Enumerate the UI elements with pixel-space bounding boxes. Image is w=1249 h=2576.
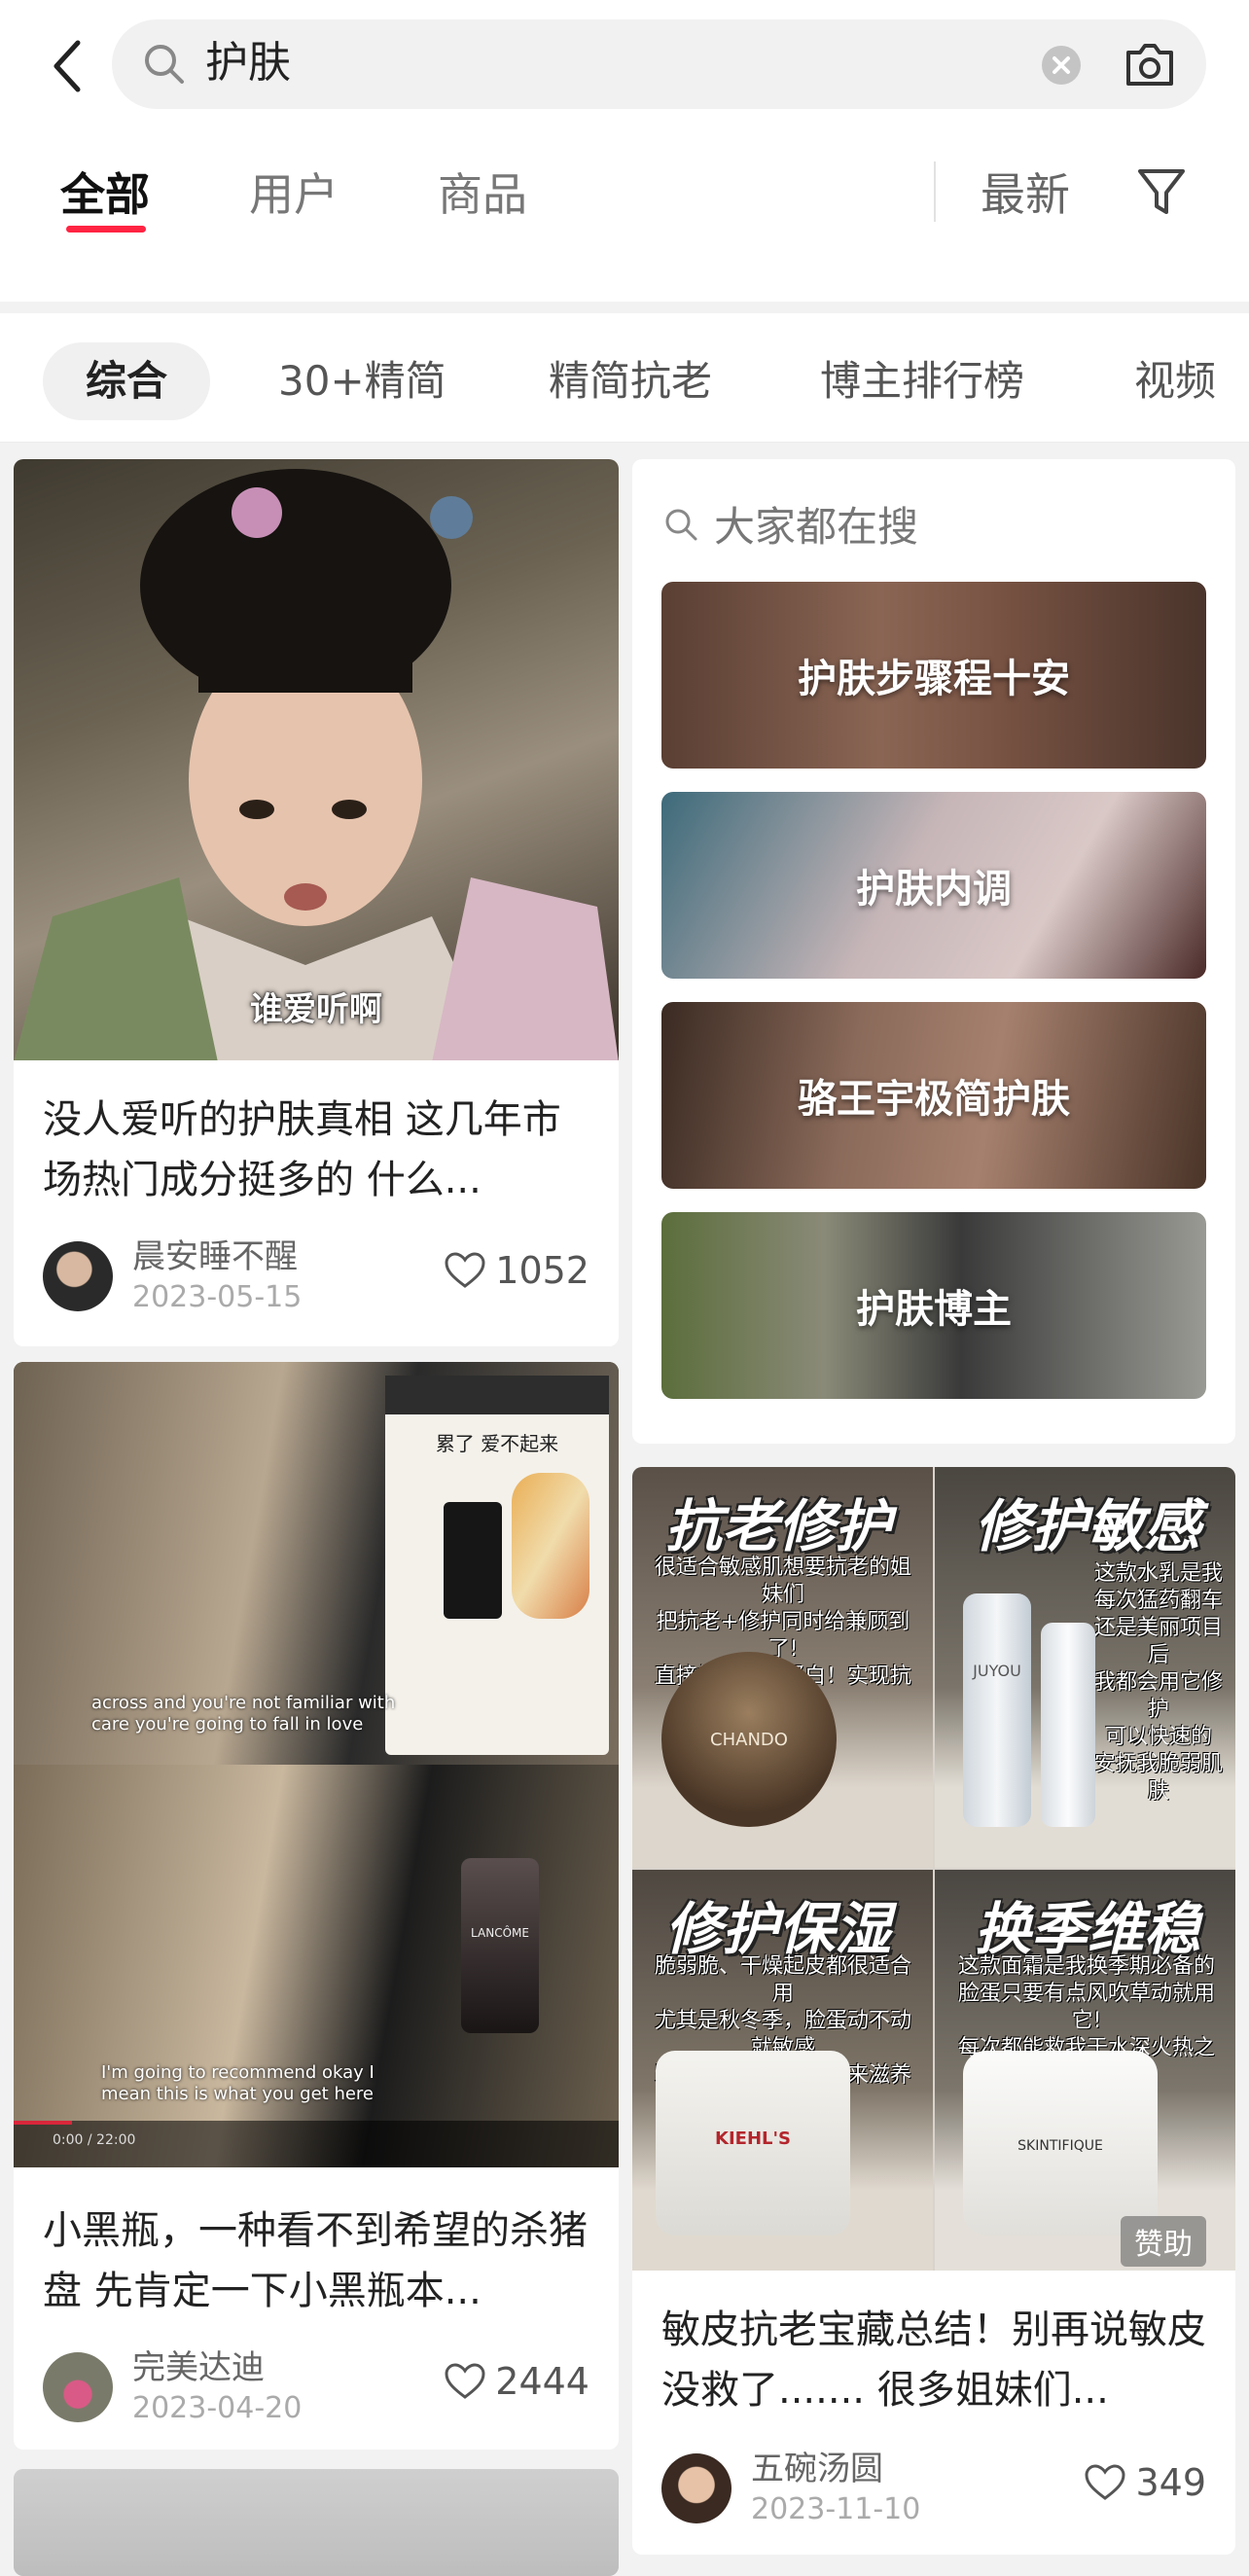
chevron-left-icon — [54, 40, 81, 92]
trending-item-label: 骆王宇极简护肤 — [798, 1077, 1070, 1122]
search-icon — [665, 509, 697, 540]
post-date: 2023-04-20 — [132, 2391, 303, 2425]
chip-comprehensive[interactable]: 综合 — [43, 342, 211, 420]
chip-blogger-ranking[interactable]: 博主排行榜 — [820, 342, 1024, 420]
serum-bottle — [461, 1858, 539, 2033]
top-bar: 护肤 全部 用户 商品 最新 — [0, 0, 1249, 302]
note-cover-image — [14, 2469, 619, 2576]
product-bottle — [1041, 1623, 1095, 1827]
tab-users[interactable]: 用户 — [249, 156, 339, 233]
like-count: 2444 — [495, 2360, 589, 2403]
trending-item[interactable]: 骆王宇极简护肤 — [661, 1002, 1206, 1189]
like-button[interactable]: 2444 — [445, 2360, 589, 2403]
like-count: 349 — [1135, 2461, 1206, 2504]
video-subtitle: I'm going to recommend okay I mean this … — [101, 2062, 375, 2104]
panel-text: 这款水乳是我 每次猛药翻车 还是美丽项目后 我都会用它修护 可以快速的 安抚我脆… — [1093, 1561, 1223, 1804]
camera-icon[interactable] — [1123, 39, 1177, 89]
sort-latest-button[interactable]: 最新 — [981, 156, 1070, 233]
note-cover-image: 谁爱听啊 — [14, 459, 619, 1060]
like-button[interactable]: 1052 — [445, 1249, 589, 1292]
heart-icon — [445, 2363, 485, 2399]
inset-screenshot: 累了 爱不起来 — [385, 1376, 609, 1755]
tab-products[interactable]: 商品 — [438, 156, 527, 233]
trending-search-card: 大家都在搜 护肤步骤程十安 护肤内调 骆王宇极简护肤 护肤博主 — [632, 459, 1235, 1444]
trending-header: 大家都在搜 — [661, 494, 918, 554]
inset-caption: 累了 爱不起来 — [435, 1432, 559, 1455]
video-subtitle: across and you're not familiar with care… — [91, 1693, 396, 1735]
video-time: 0:00 / 22:00 — [53, 2132, 136, 2148]
trending-item-label: 护肤内调 — [856, 867, 1012, 912]
avatar[interactable] — [661, 2453, 732, 2523]
note-card[interactable]: 累了 爱不起来 across and you're not familiar w… — [14, 1362, 619, 2450]
tab-all[interactable]: 全部 — [60, 156, 150, 233]
product-bottle — [963, 1593, 1031, 1827]
panel-title: 抗老修护 — [665, 1493, 892, 1559]
avatar[interactable] — [43, 2352, 113, 2422]
chip-anti-aging[interactable]: 精简抗老 — [549, 342, 712, 420]
avatar[interactable] — [43, 1241, 113, 1311]
note-title: 小黑瓶，一种看不到希望的杀猪盘 先肯定一下小黑瓶本... — [43, 2208, 588, 2313]
panel-title: 修护敏感 — [975, 1493, 1201, 1559]
search-icon — [145, 45, 184, 84]
search-query: 护肤 — [205, 38, 291, 88]
portrait-illustration — [14, 469, 619, 1060]
note-cover-image: 抗老修护 很适合敏感肌想要抗老的姐妹们 把抗老+修护同时给兼顾到了! 直接补充胶… — [632, 1467, 1235, 2271]
back-button[interactable] — [39, 29, 97, 103]
note-cover-image: 累了 爱不起来 across and you're not familiar w… — [14, 1362, 619, 2167]
heart-icon — [1085, 2464, 1125, 2500]
author-name[interactable]: 五碗汤圆 — [751, 2450, 883, 2488]
divider — [934, 161, 936, 222]
like-button[interactable]: 349 — [1085, 2461, 1206, 2504]
author-name[interactable]: 晨安睡不醒 — [132, 1237, 298, 1276]
sponsored-note-card[interactable]: 抗老修护 很适合敏感肌想要抗老的姐妹们 把抗老+修护同时给兼顾到了! 直接补充胶… — [632, 1467, 1235, 2555]
trending-item-label: 护肤博主 — [856, 1287, 1012, 1332]
like-count: 1052 — [495, 1249, 589, 1292]
note-title: 敏皮抗老宝藏总结！别再说敏皮没救了....... 很多姐妹们... — [661, 2308, 1206, 2413]
active-tab-indicator — [66, 226, 146, 233]
clear-icon[interactable] — [1041, 45, 1082, 86]
post-date: 2023-05-15 — [132, 1280, 303, 1314]
filter-chip-bar: 综合 30+精简 精简抗老 博主排行榜 视频 — [0, 313, 1249, 443]
note-card[interactable] — [14, 2469, 619, 2576]
note-title: 没人爱听的护肤真相 这几年市场热门成分挺多的 什么... — [43, 1097, 561, 1202]
cover-caption: 谁爱听啊 — [250, 990, 382, 1029]
sponsored-badge: 赞助 — [1121, 2216, 1206, 2267]
trending-item[interactable]: 护肤内调 — [661, 792, 1206, 979]
post-date: 2023-11-10 — [751, 2492, 921, 2526]
note-card[interactable]: 谁爱听啊 没人爱听的护肤真相 这几年市场热门成分挺多的 什么... 晨安睡不醒 … — [14, 459, 619, 1346]
trending-item[interactable]: 护肤步骤程十安 — [661, 582, 1206, 769]
search-input[interactable]: 护肤 — [112, 19, 1206, 109]
heart-icon — [445, 1252, 485, 1288]
trending-item-label: 护肤步骤程十安 — [798, 657, 1070, 701]
author-name[interactable]: 完美达迪 — [132, 2348, 265, 2387]
chip-30-plus[interactable]: 30+精简 — [278, 342, 446, 420]
video-controls[interactable]: 0:00 / 22:00 — [14, 2121, 619, 2167]
trending-item[interactable]: 护肤博主 — [661, 1212, 1206, 1399]
filter-icon[interactable] — [1136, 165, 1187, 220]
chip-video[interactable]: 视频 — [1134, 342, 1216, 420]
